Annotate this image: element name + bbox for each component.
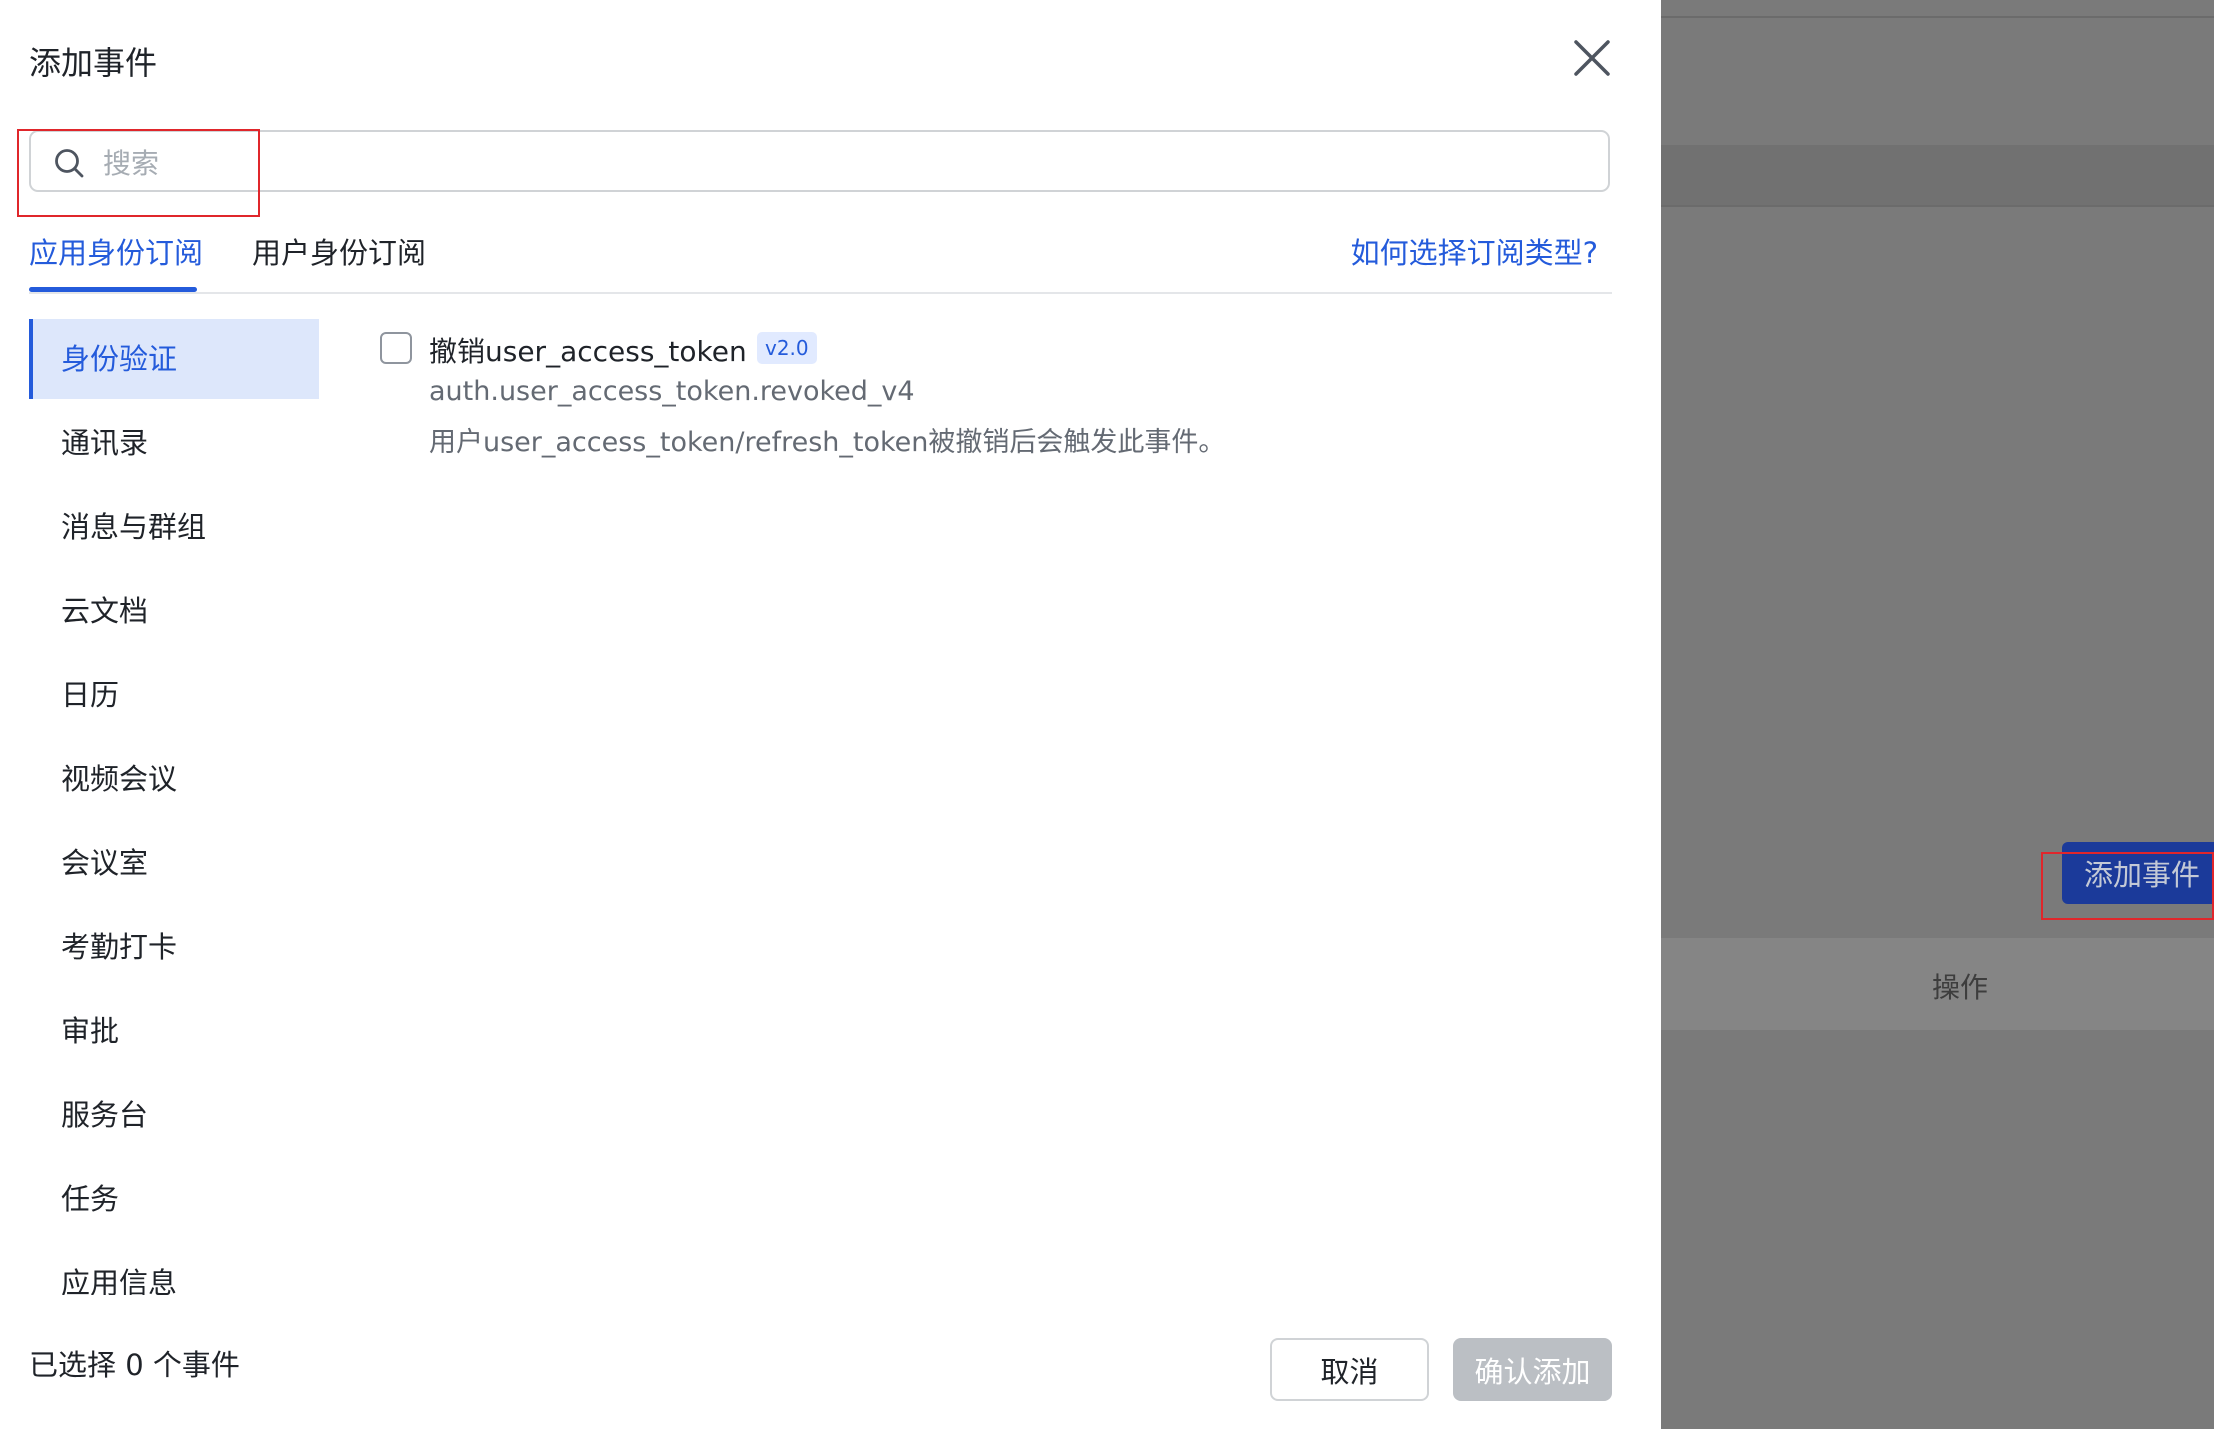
event-name: 撤销user_access_token	[429, 335, 747, 368]
tab-app-identity-subscription[interactable]: 应用身份订阅	[29, 230, 203, 272]
category-item-meeting-room[interactable]: 会议室	[29, 823, 319, 903]
category-item-calendar[interactable]: 日历	[29, 655, 319, 735]
category-item-auth[interactable]: 身份验证	[29, 319, 319, 399]
subscription-type-help-link[interactable]: 如何选择订阅类型?	[1351, 230, 1598, 272]
drawer-title: 添加事件	[29, 44, 158, 82]
category-item-contacts[interactable]: 通讯录	[29, 403, 319, 483]
close-icon[interactable]	[1570, 36, 1614, 80]
event-description: 用户user_access_token/refresh_token被撤销后会触发…	[429, 427, 1226, 458]
cancel-button[interactable]: 取消	[1270, 1338, 1429, 1401]
background-divider	[1661, 205, 2214, 207]
add-event-drawer: 添加事件 应用身份订阅 用户身份订阅 如何选择订阅类型? 身份验证 通讯录 消息…	[0, 0, 1661, 1429]
add-event-button[interactable]: 添加事件	[2062, 842, 2214, 904]
category-item-app-info[interactable]: 应用信息	[29, 1243, 319, 1295]
selected-count-text: 已选择 0 个事件	[29, 1348, 240, 1382]
operation-column-header: 操作	[1932, 971, 1989, 1004]
search-box[interactable]	[29, 130, 1610, 192]
table-header: 操作	[1661, 938, 2214, 1030]
background-page: 添加事件 操作	[1661, 0, 2214, 1429]
version-badge: v2.0	[757, 332, 817, 364]
search-input[interactable]	[101, 140, 1585, 186]
category-list: 身份验证 通讯录 消息与群组 云文档 日历 视频会议 会议室 考勤打卡 审批 服…	[29, 319, 319, 1295]
category-item-docs[interactable]: 云文档	[29, 571, 319, 651]
confirm-add-button[interactable]: 确认添加	[1453, 1338, 1612, 1401]
category-item-tasks[interactable]: 任务	[29, 1159, 319, 1239]
category-item-approval[interactable]: 审批	[29, 991, 319, 1071]
category-item-messages-groups[interactable]: 消息与群组	[29, 487, 319, 567]
event-key: auth.user_access_token.revoked_v4	[429, 376, 915, 407]
category-item-attendance[interactable]: 考勤打卡	[29, 907, 319, 987]
category-item-helpdesk[interactable]: 服务台	[29, 1075, 319, 1155]
search-icon	[55, 149, 84, 178]
background-row	[1661, 145, 2214, 205]
background-divider	[1661, 16, 2214, 18]
category-item-video-meeting[interactable]: 视频会议	[29, 739, 319, 819]
tab-user-identity-subscription[interactable]: 用户身份订阅	[252, 230, 426, 272]
event-checkbox[interactable]	[380, 332, 412, 364]
tabs-divider	[29, 292, 1612, 294]
